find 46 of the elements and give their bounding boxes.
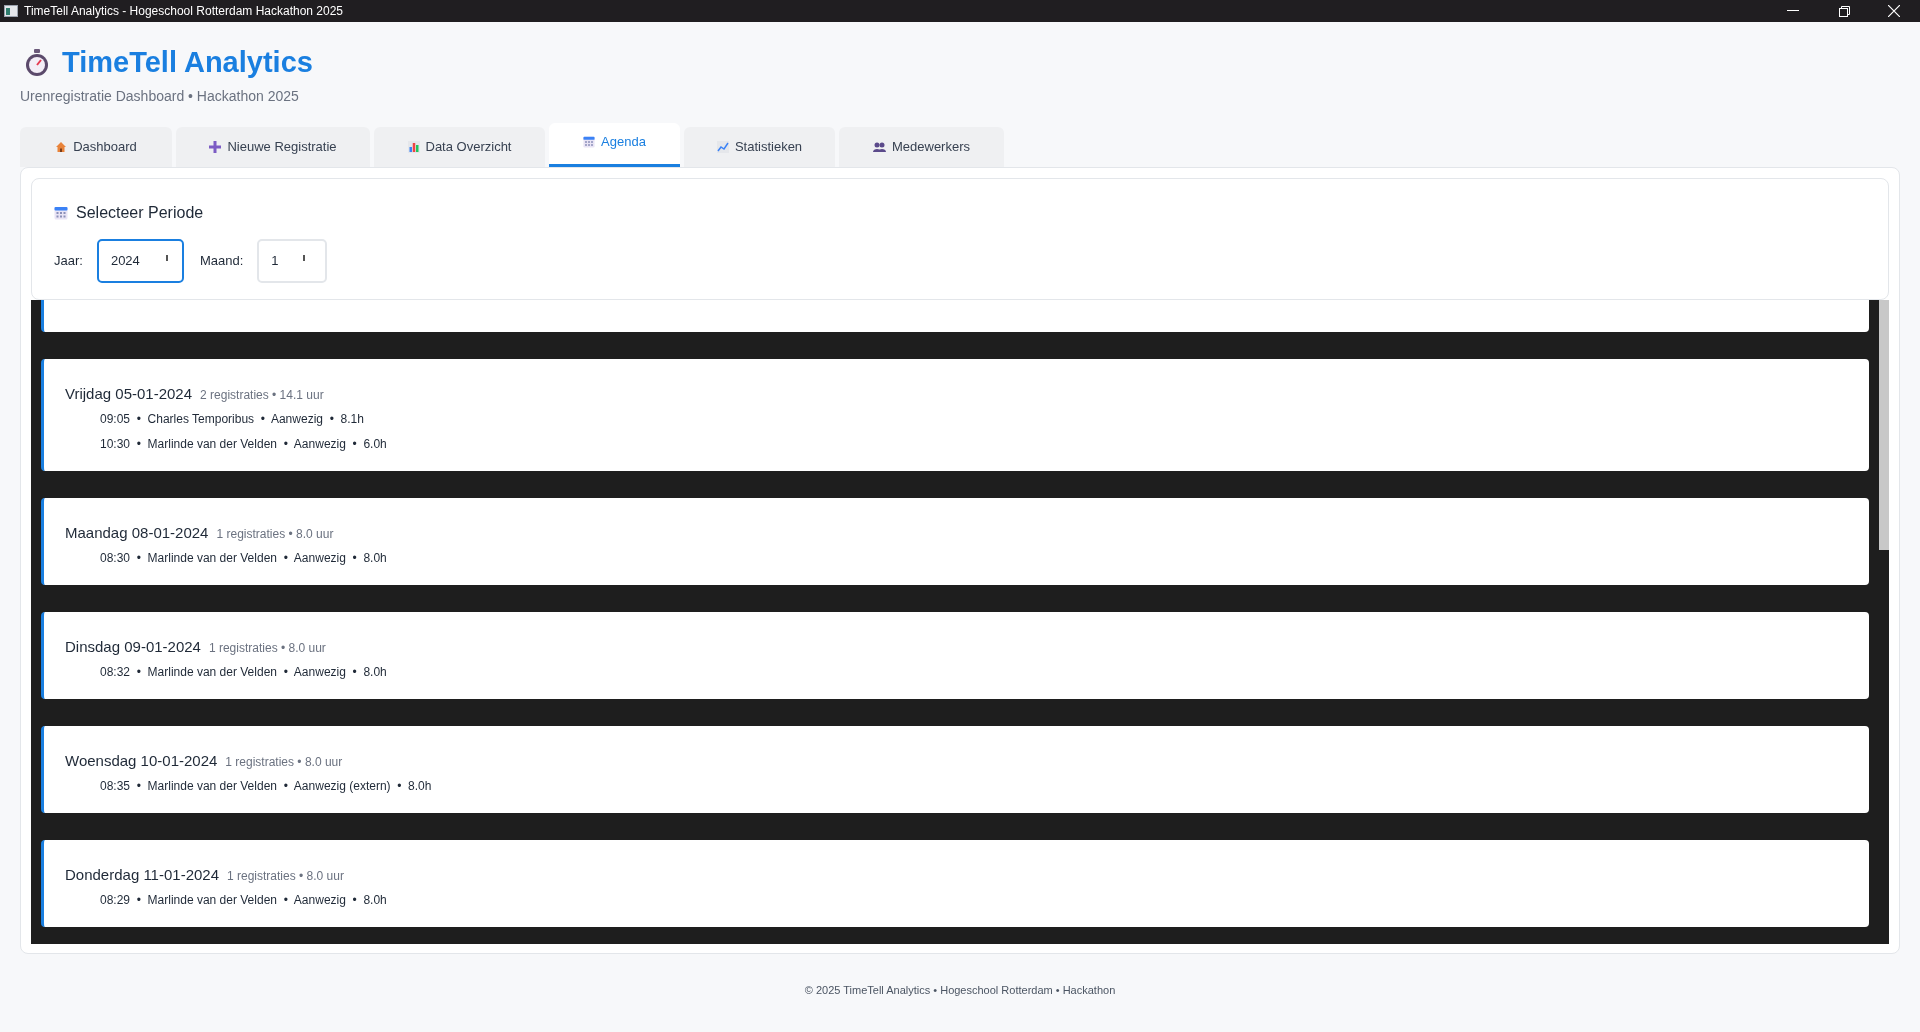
- day-title: Dinsdag 09-01-2024: [65, 637, 201, 657]
- day-title: Vrijdag 05-01-2024: [65, 384, 193, 404]
- scrollbar[interactable]: [1879, 300, 1889, 944]
- registration-entry: 08:30 • Marlinde van der Velden • Aanwezig • 8.0h: [100, 550, 387, 567]
- people-icon: [873, 141, 886, 153]
- tab[interactable]: Agenda: [549, 123, 680, 167]
- minimize-icon[interactable]: [1787, 10, 1799, 12]
- registration-entry: 10:30 • Marlinde van der Velden • Aanwezig • 6.0h: [100, 436, 387, 453]
- close-icon[interactable]: [1888, 5, 1900, 17]
- tab[interactable]: Statistieken: [684, 127, 835, 167]
- restore-icon[interactable]: [1839, 5, 1850, 17]
- house-icon: [55, 141, 68, 153]
- line-chart-icon: [716, 141, 729, 153]
- tab[interactable]: Dashboard: [20, 127, 172, 167]
- day-title: Maandag 08-01-2024: [65, 523, 209, 543]
- registration-entry: 09:05 • Charles Temporibus • Aanwezig • 8.1h: [100, 411, 364, 428]
- tab[interactable]: Data Overzicht: [374, 127, 545, 167]
- spinner-icon[interactable]: [165, 255, 168, 261]
- registration-entry: 08:29 • Marlinde van der Velden • Aanwezig • 8.0h: [100, 892, 387, 909]
- year-field[interactable]: 2024: [96, 239, 184, 283]
- period-title: Selecteer Periode: [76, 203, 204, 223]
- calendar-icon: [583, 136, 596, 148]
- stopwatch-icon: [24, 49, 50, 77]
- bar-chart-icon: [407, 141, 420, 153]
- plus-icon: [209, 141, 222, 153]
- registration-entry: 08:35 • Marlinde van der Velden • Aanwezig (extern) • 8.0h: [100, 778, 432, 795]
- spinner-icon[interactable]: [303, 255, 306, 261]
- registration-entry: 08:32 • Marlinde van der Velden • Aanwezig • 8.0h: [100, 664, 387, 681]
- month-label: Maand:: [199, 252, 244, 271]
- day-title: Donderdag 11-01-2024: [65, 865, 219, 885]
- tab[interactable]: Medewerkers: [839, 127, 1004, 167]
- day-summary: 1 registraties • 8.0 uur: [227, 868, 344, 885]
- footer-text: © 2025 TimeTell Analytics • Hogeschool Rotterdam • Hackathon: [804, 983, 1116, 998]
- app-subtitle: Urenregistratie Dashboard • Hackathon 2025: [20, 87, 299, 106]
- month-field[interactable]: 1: [257, 239, 328, 283]
- day-summary: 2 registraties • 14.1 uur: [200, 387, 324, 404]
- window-title: TimeTell Analytics - Hogeschool Rotterdam Hackathon 2025: [24, 3, 344, 20]
- day-title: Woensdag 10-01-2024: [65, 751, 218, 771]
- calendar-icon: [54, 206, 68, 220]
- tab[interactable]: Nieuwe Registratie: [176, 127, 370, 167]
- day-summary: 1 registraties • 8.0 uur: [216, 526, 334, 543]
- app-icon: [4, 5, 18, 17]
- day-summary: 1 registraties • 8.0 uur: [225, 754, 343, 771]
- app-title: TimeTell Analytics: [62, 45, 313, 81]
- year-label: Jaar:: [54, 252, 83, 271]
- day-summary: 1 registraties • 8.0 uur: [208, 640, 326, 657]
